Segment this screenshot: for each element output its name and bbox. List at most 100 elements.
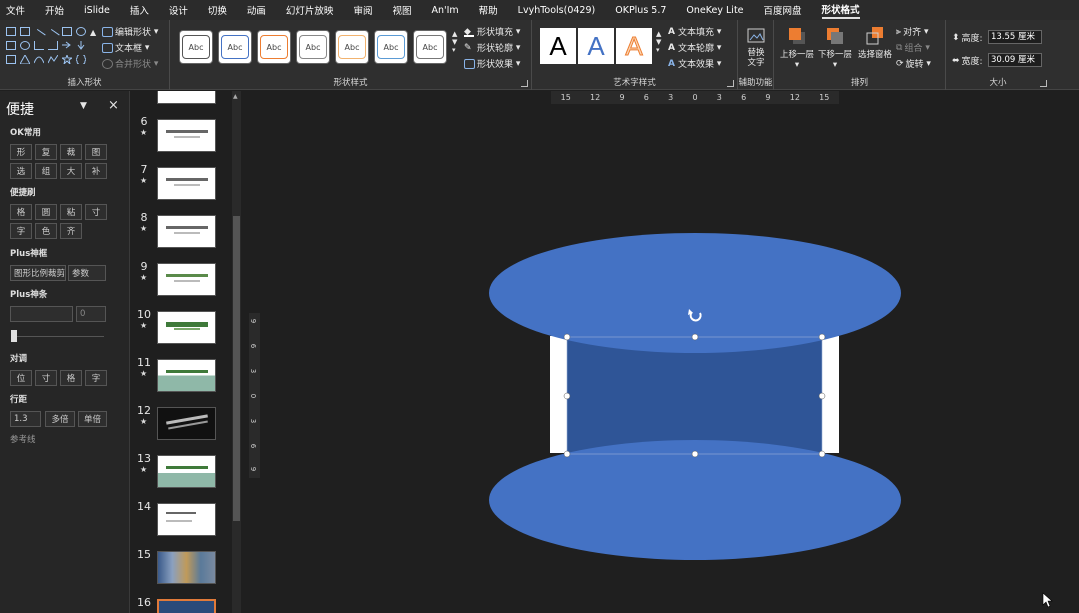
ok-btn-fill[interactable]: 补 [85, 163, 107, 179]
edit-shape-button[interactable]: 编辑形状 ▾ [102, 25, 158, 38]
width-input[interactable]: 30.09 厘米 [988, 53, 1042, 67]
style-preset-4[interactable]: Abc [296, 30, 330, 64]
rotate-button[interactable]: ⟳ 旋转 ▾ [896, 57, 931, 71]
slide-thumb[interactable] [157, 359, 216, 392]
swap-btn-position[interactable]: 位 [10, 370, 32, 386]
menu-tab[interactable]: 设计 [169, 3, 188, 17]
down-arrow-shape-icon[interactable] [76, 41, 86, 50]
wordart-preset-1[interactable]: A [540, 28, 576, 64]
swap-btn-size[interactable]: 寸 [35, 370, 57, 386]
slide-thumb[interactable] [157, 455, 216, 488]
slide-thumb-current[interactable] [157, 599, 216, 613]
swap-btn-text[interactable]: 字 [85, 370, 107, 386]
ok-btn-shape[interactable]: 形 [10, 144, 32, 160]
menu-tab[interactable]: 文件 [6, 3, 25, 17]
menu-tab[interactable]: 审阅 [353, 3, 372, 17]
slide-thumb[interactable] [157, 119, 216, 152]
wordart-preset-3[interactable]: A [616, 28, 652, 64]
rectangle2-shape-icon[interactable] [6, 41, 16, 50]
plus-bar-slider-track[interactable] [12, 336, 104, 337]
swap-btn-format[interactable]: 格 [60, 370, 82, 386]
menu-tab[interactable]: 动画 [247, 3, 266, 17]
menu-tab[interactable]: OneKey Lite [686, 5, 743, 16]
menu-tab[interactable]: 形状格式 [821, 2, 860, 19]
brace-shape-icon[interactable] [75, 54, 87, 65]
plus-bar-input[interactable] [10, 306, 73, 322]
ok-btn-copy[interactable]: 复 [35, 144, 57, 160]
menu-tab[interactable]: An'Im [431, 5, 458, 16]
slide-thumb[interactable] [157, 215, 216, 248]
resize-handle-bottom-right[interactable] [818, 450, 826, 458]
group-button[interactable]: ⧉ 组合 ▾ [896, 41, 930, 55]
menu-tab[interactable]: 插入 [130, 3, 149, 17]
resize-handle-top-right[interactable] [818, 333, 826, 341]
menu-tab[interactable]: iSlide [84, 5, 110, 16]
elbow-connector-icon[interactable] [34, 41, 44, 50]
textbox-shape-icon[interactable] [6, 27, 16, 36]
ok-btn-image[interactable]: 图 [85, 144, 107, 160]
arrow-shape-icon[interactable] [62, 41, 72, 50]
style-preset-3[interactable]: Abc [257, 30, 291, 64]
text-box-button[interactable]: 文本框 ▾ [102, 41, 149, 54]
menu-tab[interactable]: 切换 [208, 3, 227, 17]
ok-btn-group[interactable]: 组 [35, 163, 57, 179]
curve-shape-icon[interactable] [33, 55, 45, 64]
triangle-shape-icon[interactable] [19, 53, 31, 65]
brush-btn-format[interactable]: 格 [10, 204, 32, 220]
slide-thumb[interactable] [157, 263, 216, 296]
ratio-crop-button[interactable]: 图形比例裁剪 [10, 265, 66, 281]
brush-btn-paste[interactable]: 粘 [60, 204, 82, 220]
reference-lines-link[interactable]: 参考线 [10, 433, 36, 445]
line-spacing-input[interactable]: 1.3 [10, 411, 41, 427]
panel-menu-chevron-icon[interactable]: ▼ [80, 101, 87, 111]
thumbnail-scroll-thumb[interactable] [233, 216, 240, 521]
resize-handle-bottom[interactable] [691, 450, 699, 458]
ok-btn-select[interactable]: 选 [10, 163, 32, 179]
shape-fill-button[interactable]: ◆ 形状填充 ▾ [464, 25, 520, 38]
vertical-textbox-icon[interactable] [20, 27, 30, 36]
style-preset-1[interactable]: Abc [179, 30, 213, 64]
alt-text-button[interactable]: 替换文字 [742, 26, 770, 68]
circle-shape-icon[interactable] [20, 41, 30, 50]
brush-btn-align[interactable]: 齐 [60, 223, 82, 239]
shape-styles-launcher[interactable] [521, 80, 528, 87]
resize-handle-bottom-left[interactable] [563, 450, 571, 458]
multiple-spacing-button[interactable]: 多倍 [45, 411, 75, 427]
resize-handle-right[interactable] [818, 392, 826, 400]
slide-thumb[interactable] [157, 503, 216, 536]
slide-thumb[interactable] [157, 551, 216, 584]
callout-shape-icon[interactable] [6, 55, 16, 64]
size-launcher[interactable] [1040, 80, 1047, 87]
slide-thumb[interactable] [157, 167, 216, 200]
shape-gallery-scroll[interactable]: ▲ [90, 28, 96, 37]
brush-btn-text[interactable]: 字 [10, 223, 32, 239]
slide-thumb[interactable] [157, 407, 216, 440]
text-outline-button[interactable]: A 文本轮廓 ▾ [668, 41, 721, 55]
slide-thumb-5[interactable] [157, 91, 216, 104]
resize-handle-top[interactable] [691, 333, 699, 341]
menu-tab[interactable]: OKPlus 5.7 [615, 5, 666, 16]
single-spacing-button[interactable]: 单倍 [78, 411, 107, 427]
ok-btn-size[interactable]: 大 [60, 163, 82, 179]
scroll-up-icon[interactable]: ▲ [233, 93, 238, 100]
style-preset-5[interactable]: Abc [335, 30, 369, 64]
style-preset-7[interactable]: Abc [413, 30, 447, 64]
panel-close-icon[interactable]: × [108, 98, 119, 113]
menu-tab[interactable]: 视图 [392, 3, 411, 17]
align-button[interactable]: ⫸ 对齐 ▾ [896, 25, 928, 39]
bring-forward-button[interactable]: 上移一层 ▾ [780, 26, 814, 70]
resize-handle-left[interactable] [563, 392, 571, 400]
oval-shape-icon[interactable] [76, 27, 86, 36]
shape-effects-button[interactable]: 形状效果 ▾ [464, 57, 520, 70]
thumbnail-scrollbar[interactable]: ▲ [232, 91, 241, 613]
selected-rectangle[interactable] [567, 337, 822, 454]
bottom-ellipse[interactable] [489, 440, 901, 560]
slide-thumb[interactable] [157, 311, 216, 344]
wordart-launcher[interactable] [727, 80, 734, 87]
menu-tab[interactable]: 帮助 [479, 3, 498, 17]
style-preset-6[interactable]: Abc [374, 30, 408, 64]
brush-btn-color[interactable]: 色 [35, 223, 57, 239]
menu-tab[interactable]: 开始 [45, 3, 64, 17]
menu-tab[interactable]: 百度网盘 [764, 3, 802, 17]
plus-bar-value[interactable]: 0 [76, 306, 106, 322]
